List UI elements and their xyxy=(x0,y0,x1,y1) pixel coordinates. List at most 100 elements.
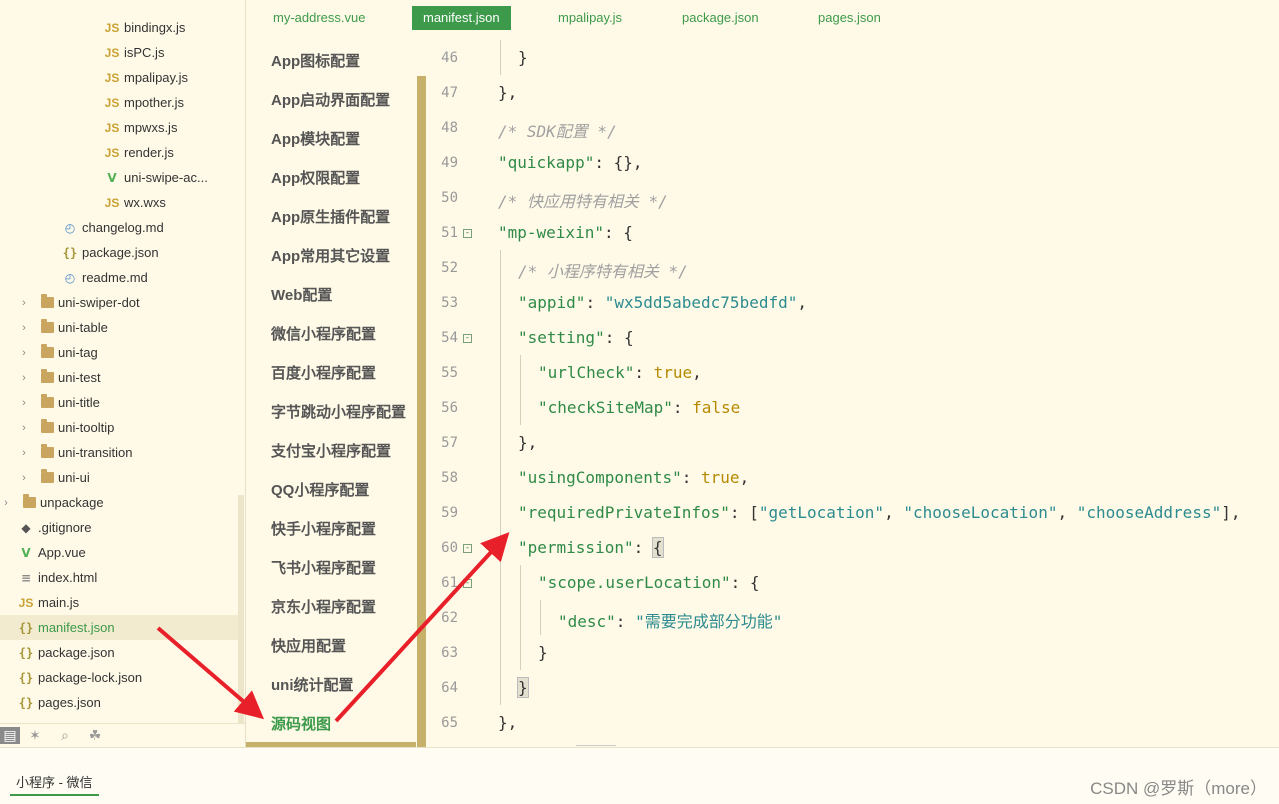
code-line[interactable]: /* 快应用特有相关 */ xyxy=(498,188,668,212)
tree-item[interactable]: JS isPC.js xyxy=(0,40,238,65)
fold-toggle-icon[interactable]: - xyxy=(463,229,472,238)
config-menu-item[interactable]: 京东小程序配置 xyxy=(271,596,376,617)
expand-arrow-icon[interactable]: › xyxy=(18,322,30,334)
tree-item[interactable]: Vuni-swipe-ac... xyxy=(0,165,238,190)
tree-item[interactable]: {} manifest.json xyxy=(0,615,238,640)
tree-item[interactable]: › unpackage xyxy=(0,490,238,515)
config-menu-item[interactable]: App启动界面配置 xyxy=(271,89,390,110)
config-menu-item[interactable]: QQ小程序配置 xyxy=(271,479,369,500)
tree-item[interactable]: › uni-swiper-dot xyxy=(0,290,238,315)
menu-scrollbar[interactable] xyxy=(417,76,426,747)
expand-arrow-icon[interactable]: › xyxy=(18,347,30,359)
config-menu-item[interactable]: 飞书小程序配置 xyxy=(271,557,376,578)
code-line[interactable]: }, xyxy=(518,433,537,452)
console-tab-weixin[interactable]: 小程序 - 微信 xyxy=(10,772,99,796)
tree-item[interactable]: › uni-title xyxy=(0,390,238,415)
tree-item[interactable]: JS bindingx.js xyxy=(0,15,238,40)
code-line[interactable]: "usingComponents": true, xyxy=(518,468,749,487)
bug-icon[interactable]: ✶ xyxy=(20,727,50,744)
tree-item[interactable]: JS mpalipay.js xyxy=(0,65,238,90)
code-line[interactable]: } xyxy=(538,643,548,662)
code-line[interactable]: }, xyxy=(498,713,517,732)
code-line[interactable]: "checkSiteMap": false xyxy=(538,398,740,417)
code-line[interactable]: "permission": { xyxy=(518,537,664,558)
tree-item[interactable]: V App.vue xyxy=(0,540,238,565)
config-menu-item[interactable]: 快手小程序配置 xyxy=(271,518,376,539)
fold-toggle-icon[interactable]: - xyxy=(463,579,472,588)
expand-arrow-icon[interactable]: › xyxy=(18,397,30,409)
config-menu-item[interactable]: 源码视图 xyxy=(271,713,331,734)
config-menu-item[interactable]: 字节跳动小程序配置 xyxy=(271,401,406,422)
config-menu-item[interactable]: App图标配置 xyxy=(271,50,360,71)
config-menu-item[interactable]: 微信小程序配置 xyxy=(271,323,376,344)
config-menu-item[interactable]: 快应用配置 xyxy=(271,635,346,656)
code-token: : xyxy=(585,293,605,312)
code-line[interactable]: "urlCheck": true, xyxy=(538,363,702,382)
tree-item[interactable]: JS mpwxs.js xyxy=(0,115,238,140)
code-line[interactable]: "quickapp": {}, xyxy=(498,153,643,172)
tree-item[interactable]: {} package-lock.json xyxy=(0,665,238,690)
tab-manifest-json[interactable]: manifest.json xyxy=(412,6,511,30)
expand-arrow-icon[interactable]: › xyxy=(18,297,30,309)
tab-pages-json[interactable]: pages.json xyxy=(807,6,892,30)
code-token: }, xyxy=(498,83,518,102)
config-menu-item[interactable]: Web配置 xyxy=(271,284,332,305)
code-token: "requiredPrivateInfos" xyxy=(518,503,730,522)
config-menu-item[interactable]: App原生插件配置 xyxy=(271,206,390,227)
tree-item[interactable]: ≡ index.html xyxy=(0,565,238,590)
config-menu-item[interactable]: 百度小程序配置 xyxy=(271,362,376,383)
config-menu-item[interactable]: App权限配置 xyxy=(271,167,360,188)
expand-arrow-icon[interactable]: › xyxy=(18,472,30,484)
expand-arrow-icon[interactable]: › xyxy=(18,372,30,384)
tab-package-json[interactable]: package.json xyxy=(671,6,770,30)
code-line[interactable]: "requiredPrivateInfos": ["getLocation", … xyxy=(518,503,1240,522)
config-menu-item[interactable]: App常用其它设置 xyxy=(271,245,390,266)
tree-item[interactable]: › uni-tooltip xyxy=(0,415,238,440)
tab-my-address-vue[interactable]: my-address.vue xyxy=(262,6,376,30)
tree-item[interactable]: › uni-transition xyxy=(0,440,238,465)
code-line[interactable]: } xyxy=(517,677,529,698)
code-editor[interactable]: 46} 47}, 48/* SDK配置 */49 "quickapp": {}, 50/… xyxy=(426,36,1279,747)
code-line[interactable]: "setting": { xyxy=(518,328,634,347)
code-line[interactable]: /* 小程序特有相关 */ xyxy=(518,258,688,282)
code-line[interactable]: } xyxy=(518,48,528,67)
tree-item[interactable]: JS main.js xyxy=(0,590,238,615)
watermark: CSDN @罗斯（more） xyxy=(1090,779,1267,798)
tree-item[interactable]: {} package.json xyxy=(0,640,238,665)
tab-mpalipay-js[interactable]: mpalipay.js xyxy=(547,6,633,30)
tree-item[interactable]: {} package.json xyxy=(0,240,238,265)
tree-item[interactable]: › uni-ui xyxy=(0,465,238,490)
code-token: "permission" xyxy=(518,538,634,557)
code-line[interactable]: /* SDK配置 */ xyxy=(498,118,617,142)
expand-arrow-icon[interactable]: › xyxy=(18,422,30,434)
plugin-icon[interactable]: ☘ xyxy=(80,727,110,744)
code-line[interactable]: "mp-weixin": { xyxy=(498,223,633,242)
config-menu-item[interactable]: App模块配置 xyxy=(271,128,360,149)
code-line[interactable]: "desc": "需要完成部分功能" xyxy=(558,608,782,632)
tree-item[interactable]: JS render.js xyxy=(0,140,238,165)
tree-item[interactable]: › uni-tag xyxy=(0,340,238,365)
tree-scrollbar[interactable] xyxy=(238,495,244,725)
code-line[interactable]: "scope.userLocation": { xyxy=(538,573,760,592)
fold-toggle-icon[interactable]: - xyxy=(463,544,472,553)
tree-item[interactable]: ◴ changelog.md xyxy=(0,215,238,240)
tree-item[interactable]: JS mpother.js xyxy=(0,90,238,115)
tree-item[interactable]: › uni-test xyxy=(0,365,238,390)
fold-toggle-icon[interactable]: - xyxy=(463,334,472,343)
indent-guide xyxy=(500,250,501,285)
editor-horizontal-scroll-handle[interactable] xyxy=(576,745,616,746)
code-line[interactable]: }, xyxy=(498,83,517,102)
tree-item[interactable]: ◆ .gitignore xyxy=(0,515,238,540)
tree-item[interactable]: JS wx.wxs xyxy=(0,190,238,215)
config-menu-item[interactable]: uni统计配置 xyxy=(271,674,354,695)
tree-item[interactable]: › uni-table xyxy=(0,315,238,340)
tree-item-label: main.js xyxy=(38,595,80,610)
code-line[interactable]: "appid": "wx5dd5abedc75bedfd", xyxy=(518,293,807,312)
config-menu-item[interactable]: 支付宝小程序配置 xyxy=(271,440,391,461)
expand-arrow-icon[interactable]: › xyxy=(0,497,12,509)
tree-item[interactable]: {} pages.json xyxy=(0,690,238,715)
search-icon[interactable]: ⌕ xyxy=(50,727,80,744)
expand-arrow-icon[interactable]: › xyxy=(18,447,30,459)
files-icon[interactable]: ▤ xyxy=(0,727,20,744)
tree-item[interactable]: ◴ readme.md xyxy=(0,265,238,290)
